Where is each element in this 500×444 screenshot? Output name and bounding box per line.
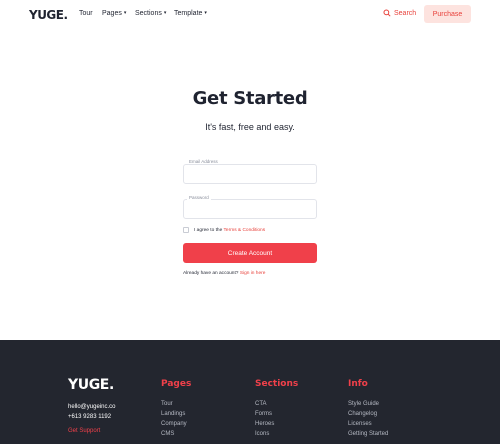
terms-checkbox[interactable] (183, 227, 189, 233)
footer-link[interactable]: Icons (255, 431, 298, 437)
chevron-down-icon: ▾ (204, 10, 207, 16)
nav-link-label: Tour (79, 10, 93, 17)
footer-link[interactable]: Licenses (348, 421, 388, 427)
page-subtitle: It's fast, free and easy. (205, 122, 295, 132)
footer-link[interactable]: CTA (255, 401, 298, 407)
footer-column-heading: Pages (161, 379, 192, 389)
nav-link-label: Sections (135, 10, 162, 17)
footer-column-info: Info Style Guide Changelog Licenses Gett… (348, 379, 388, 437)
footer-link[interactable]: Getting Started (348, 431, 388, 437)
search-icon (383, 9, 391, 17)
footer-column-heading: Info (348, 379, 368, 389)
page-title: Get Started (192, 88, 308, 109)
footer-column-pages: Pages Tour Landings Company CMS (161, 379, 191, 437)
chevron-down-icon: ▾ (123, 10, 127, 16)
footer-link[interactable]: CMS (161, 431, 191, 437)
footer-link[interactable]: Forms (255, 411, 298, 417)
signin-prompt: Already have an account? Sign in here (183, 271, 265, 276)
nav-link-pages[interactable]: Pages ▾ (102, 10, 126, 17)
signin-prefix: Already have an account? (183, 271, 239, 276)
email-field[interactable] (183, 164, 317, 184)
footer-column-sections: Sections CTA Forms Heroes Icons (255, 379, 298, 437)
terms-text: I agree to the Terms & Conditions (194, 228, 265, 233)
site-footer: YUGE. hello@yugeinc.co +613 9283 1192 Ge… (0, 340, 500, 444)
nav-link-sections[interactable]: Sections ▾ (135, 10, 166, 17)
signin-link[interactable]: Sign in here (240, 271, 266, 276)
nav-link-template[interactable]: Template ▾ (174, 10, 207, 17)
nav-link-label: Pages (102, 10, 122, 17)
email-field-label: Email Address (187, 159, 220, 164)
search-label: Search (394, 9, 417, 17)
footer-link[interactable]: Heroes (255, 421, 298, 427)
top-navigation: YUGE. Tour Pages ▾ Sections ▾ Template ▾ Se… (0, 0, 500, 30)
footer-column-heading: Sections (255, 379, 299, 389)
purchase-button[interactable]: Purchase (424, 5, 471, 23)
footer-logo[interactable]: YUGE. (68, 377, 114, 393)
site-logo[interactable]: YUGE. (29, 8, 68, 22)
password-field-label: Password (187, 195, 211, 200)
footer-link[interactable]: Style Guide (348, 401, 388, 407)
terms-agreement: I agree to the Terms & Conditions (183, 227, 265, 233)
get-support-link[interactable]: Get Support (68, 428, 100, 434)
footer-link[interactable]: Landings (161, 411, 191, 417)
footer-link[interactable]: Company (161, 421, 191, 427)
create-account-button[interactable]: Create Account (183, 243, 317, 263)
footer-link[interactable]: Changelog (348, 411, 388, 417)
terms-prefix: I agree to the (194, 227, 223, 233)
password-field[interactable] (183, 199, 317, 219)
footer-link[interactable]: Tour (161, 401, 191, 407)
terms-link[interactable]: Terms & Conditions (224, 228, 266, 233)
nav-link-label: Template (174, 10, 203, 17)
search-button[interactable]: Search (383, 9, 416, 17)
footer-phone: +613 9283 1192 (68, 414, 112, 420)
nav-link-tour[interactable]: Tour (79, 10, 93, 17)
footer-email[interactable]: hello@yugeinc.co (68, 404, 115, 410)
chevron-down-icon: ▾ (163, 10, 167, 16)
